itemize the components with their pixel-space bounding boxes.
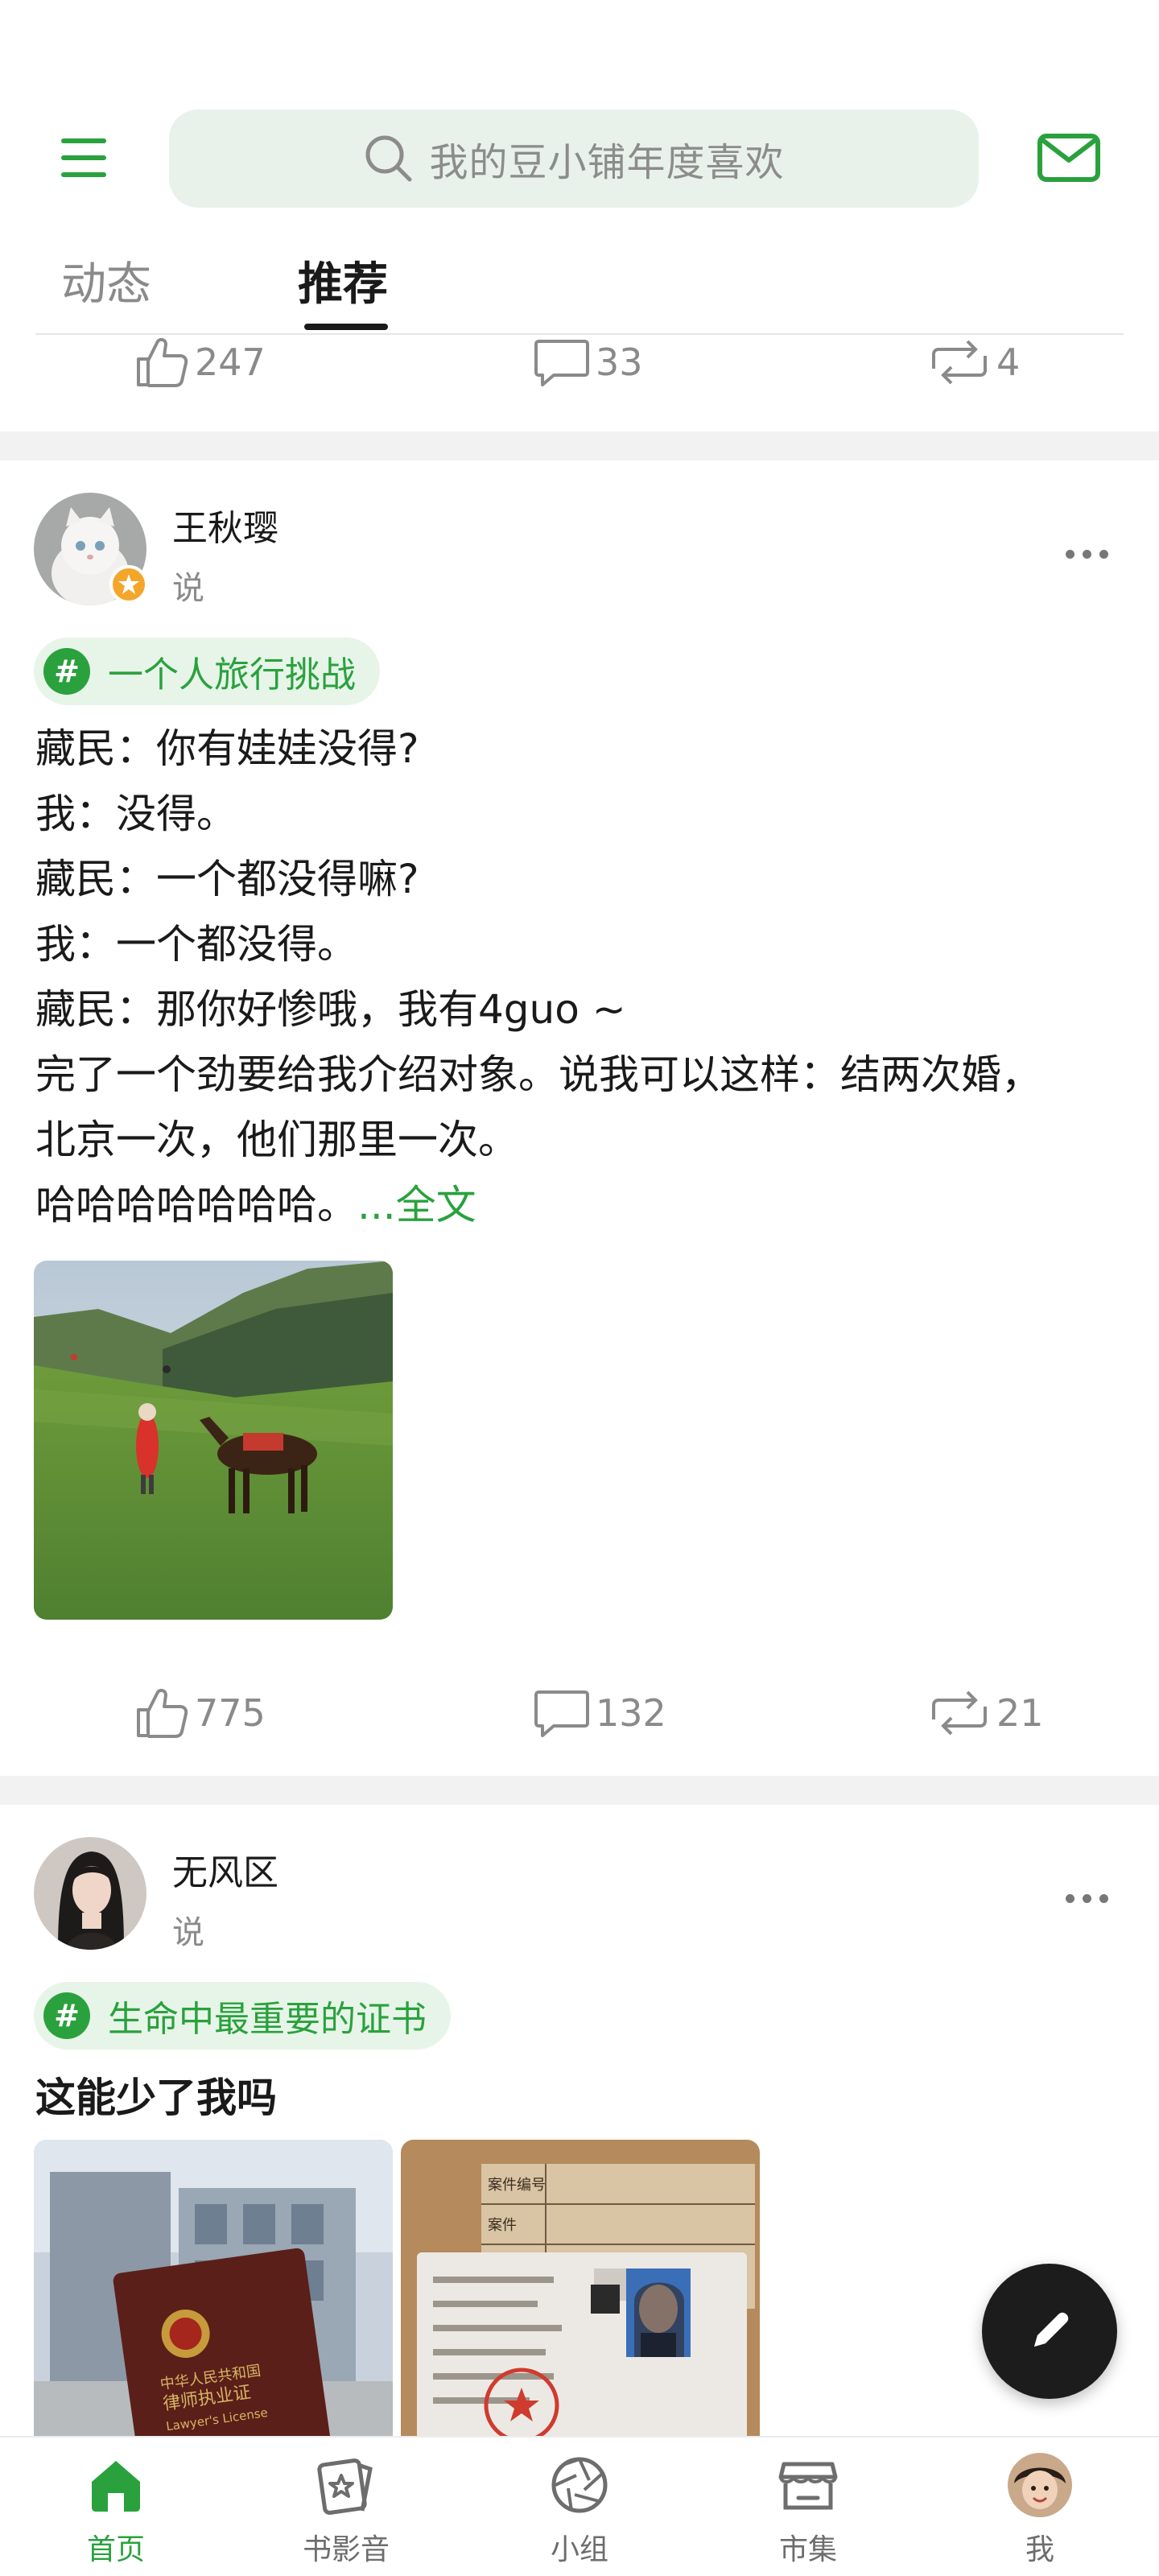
comment-button[interactable]: 132 <box>533 1673 666 1753</box>
compose-button[interactable] <box>982 2264 1117 2399</box>
repost-button[interactable]: 21 <box>927 1673 1044 1753</box>
dot <box>1082 1893 1091 1903</box>
mountain-horse-photo <box>34 1261 393 1620</box>
repost-icon <box>932 1690 987 1736</box>
post-action-type: 说 <box>172 570 204 607</box>
thumbs-up-icon <box>137 337 188 387</box>
mail-icon <box>1037 134 1100 182</box>
post-text: 这能少了我吗 <box>35 2074 277 2121</box>
nav-books-movies-music[interactable]: 书影音 <box>282 2449 410 2570</box>
nav-market[interactable]: 市集 <box>744 2449 872 2570</box>
full-text-link[interactable]: ...全文 <box>357 1182 476 1228</box>
post-text-line: 我：一个都没得。 <box>35 921 357 968</box>
post-image[interactable]: 中华人民共和国 律师执业证 Lawyer's License <box>34 2140 393 2462</box>
home-icon <box>80 2449 152 2521</box>
post-image[interactable]: 案件编号 案件 <box>401 2140 760 2462</box>
nav-label: 我 <box>1025 2533 1054 2566</box>
aperture-icon <box>543 2449 616 2521</box>
shop-icon <box>772 2449 844 2521</box>
top-bar: 我的豆小铺年度喜欢 动态 推荐 <box>0 0 1159 338</box>
topic-tag[interactable]: # 生命中最重要的证书 <box>34 1982 451 2050</box>
more-options-button[interactable] <box>1054 538 1119 570</box>
repost-icon <box>932 340 987 385</box>
repost-count: 4 <box>996 341 1021 384</box>
nav-me[interactable]: 我 <box>975 2449 1104 2570</box>
nav-label: 小组 <box>550 2533 608 2566</box>
dot <box>1065 1893 1074 1903</box>
tab-dongtai[interactable]: 动态 <box>61 248 151 313</box>
topic-label: 生命中最重要的证书 <box>108 1999 427 2040</box>
post-text-line: 完了一个劲要给我介绍对象。说我可以这样：结两次婚， <box>35 1051 1041 1098</box>
tab-tuijian[interactable]: 推荐 <box>298 248 388 313</box>
profile-avatar <box>1004 2449 1076 2521</box>
pencil-icon <box>1034 2312 1069 2347</box>
nav-label: 首页 <box>86 2533 145 2566</box>
search-placeholder: 我的豆小铺年度喜欢 <box>429 140 785 185</box>
woman-avatar-image <box>34 1837 146 1950</box>
repost-count: 21 <box>996 1691 1044 1735</box>
more-options-button[interactable] <box>1054 1882 1119 1914</box>
thumbs-up-icon <box>137 1688 188 1738</box>
post-image[interactable] <box>34 1261 393 1620</box>
nav-label: 市集 <box>778 2533 837 2566</box>
comment-count: 132 <box>596 1691 666 1735</box>
user-avatar[interactable] <box>34 1837 146 1950</box>
post-text-line: 我：没得。 <box>35 791 237 837</box>
bookmark-star-icon <box>310 2449 382 2521</box>
user-name[interactable]: 王秋璎 <box>172 499 278 551</box>
search-icon <box>365 135 412 182</box>
active-tab-indicator <box>304 324 388 330</box>
license-page-photo: 案件编号 案件 <box>401 2140 760 2462</box>
user-name[interactable]: 无风区 <box>172 1843 278 1895</box>
verified-badge <box>109 565 148 604</box>
image-text: 案件编号 <box>488 2177 546 2194</box>
post-text-line: 哈哈哈哈哈哈哈。 <box>35 1182 357 1228</box>
like-count: 775 <box>195 1691 266 1735</box>
post-card: 王秋璎 说 # 一个人旅行挑战 藏民：你有娃娃没得? 我：没得。 藏民：一个都没… <box>0 460 1159 1773</box>
post-text-line: 藏民：那你好惨哦，我有4guo ~ <box>35 986 626 1033</box>
post-text: 藏民：你有娃娃没得? 我：没得。 藏民：一个都没得嘛? 我：一个都没得。 藏民：… <box>35 716 1122 1238</box>
like-button[interactable]: 775 <box>132 1673 266 1753</box>
header-divider <box>35 333 1124 335</box>
post-text-line: 藏民：你有娃娃没得? <box>35 725 419 772</box>
comment-count: 33 <box>596 341 643 384</box>
lawyer-license-photo: 中华人民共和国 律师执业证 Lawyer's License <box>34 2140 393 2462</box>
image-text: 案件 <box>488 2217 517 2234</box>
dot <box>1065 549 1074 559</box>
post-action-type: 说 <box>172 1914 204 1951</box>
dot <box>1099 1893 1108 1903</box>
post-text-line: 藏民：一个都没得嘛? <box>35 856 419 902</box>
dot <box>1099 549 1108 559</box>
nav-groups[interactable]: 小组 <box>515 2449 644 2570</box>
feed-tabs: 动态 推荐 <box>0 233 1159 335</box>
topic-label: 一个人旅行挑战 <box>108 654 356 696</box>
hashtag-icon: # <box>43 1992 90 2039</box>
nav-label: 书影音 <box>302 2533 390 2566</box>
like-count: 247 <box>195 341 266 384</box>
search-bar[interactable]: 我的豆小铺年度喜欢 <box>169 109 979 208</box>
comment-icon <box>534 340 589 386</box>
menu-button[interactable] <box>50 127 118 188</box>
bottom-navigation: 首页 书影音 小组 市集 我 <box>0 2436 1159 2576</box>
star-badge-icon <box>118 574 139 594</box>
topic-tag[interactable]: # 一个人旅行挑战 <box>34 638 380 705</box>
post-text-line-last: 哈哈哈哈哈哈哈。...全文 <box>35 1173 1122 1238</box>
post-separator <box>0 1776 1159 1805</box>
messages-button[interactable] <box>1032 124 1106 192</box>
post-actions: 775 132 21 <box>0 1673 1159 1753</box>
hamburger-menu-icon <box>61 138 106 177</box>
nav-home[interactable]: 首页 <box>52 2449 180 2570</box>
hashtag-icon: # <box>43 648 90 695</box>
post-text-line: 北京一次，他们那里一次。 <box>35 1117 518 1163</box>
post-separator <box>0 431 1159 460</box>
dot <box>1082 549 1091 559</box>
comment-icon <box>534 1690 589 1737</box>
